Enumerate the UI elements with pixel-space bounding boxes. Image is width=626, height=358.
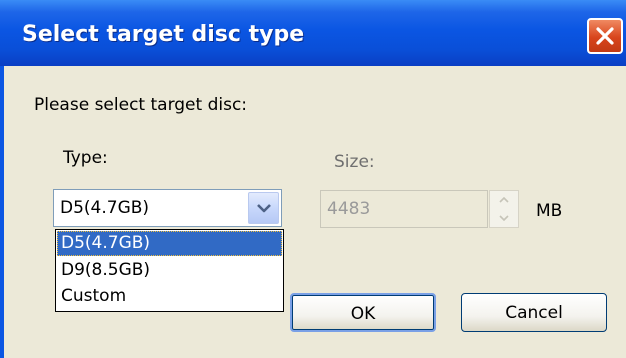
size-input[interactable]: 4483 [320,190,488,228]
dialog-title: Select target disc type [22,22,305,47]
ok-button-label: OK [350,304,376,324]
dropdown-option[interactable]: D9(8.5GB) [57,258,282,283]
type-dropdown-list: D5(4.7GB) D9(8.5GB) Custom [55,229,284,312]
dropdown-option[interactable]: Custom [57,284,282,309]
type-label: Type: [63,148,108,168]
size-decrease-button[interactable] [490,209,518,227]
ok-button[interactable]: OK [290,293,436,332]
arrow-up-icon [499,197,509,203]
cancel-button[interactable]: Cancel [461,293,607,332]
size-label: Size: [334,152,375,172]
title-bar[interactable]: Select target disc type [0,0,626,66]
type-combobox[interactable]: D5(4.7GB) [53,189,282,227]
arrow-down-icon [499,215,509,221]
window-frame [0,66,4,358]
dropdown-option[interactable]: D5(4.7GB) [57,231,282,256]
chevron-down-icon [257,204,271,213]
type-dropdown-button[interactable] [248,192,279,224]
size-increase-button[interactable] [490,191,518,209]
cancel-button-label: Cancel [505,303,563,323]
close-button[interactable] [587,18,623,54]
prompt-label: Please select target disc: [34,95,248,115]
close-icon [596,27,614,45]
size-unit-label: MB [536,201,563,221]
size-value: 4483 [327,199,371,219]
select-disc-dialog: Select target disc type Please select ta… [0,0,626,358]
size-spinner[interactable] [489,190,519,228]
type-selected-value: D5(4.7GB) [60,198,150,218]
